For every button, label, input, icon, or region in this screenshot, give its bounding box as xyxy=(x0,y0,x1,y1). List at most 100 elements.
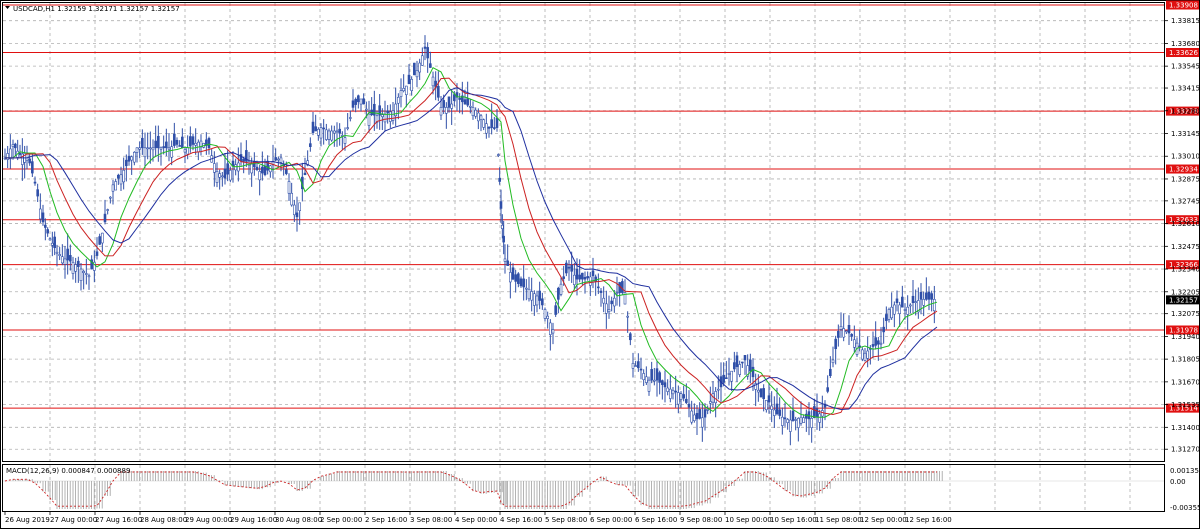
candle-body xyxy=(477,112,480,122)
candle-body xyxy=(647,379,651,392)
candle-body xyxy=(626,315,629,318)
candle-body xyxy=(119,174,123,185)
candle-body xyxy=(562,276,565,279)
price-tick-label: 1.31535 xyxy=(1171,401,1200,409)
candle-body xyxy=(87,275,91,278)
candle-body xyxy=(874,337,877,346)
candle-body xyxy=(346,127,349,129)
candle-body xyxy=(325,129,328,140)
candle-body xyxy=(535,295,539,306)
candle-body xyxy=(930,293,933,300)
candle-body xyxy=(357,95,360,103)
candle-body xyxy=(442,100,445,108)
time-tick-label: 4 Sep 16:00 xyxy=(500,516,542,524)
candle-body xyxy=(903,309,907,311)
candle-body xyxy=(514,274,517,282)
candle-body xyxy=(157,135,160,149)
time-tick-label: 29 Aug 00:00 xyxy=(185,516,232,524)
candle-body xyxy=(834,338,837,350)
candle-body xyxy=(293,204,296,216)
candle-body xyxy=(485,123,488,134)
candle-body xyxy=(311,121,315,133)
candle-body xyxy=(362,98,365,105)
candle-body xyxy=(591,270,595,277)
candle-body xyxy=(743,355,747,361)
candle-body xyxy=(725,377,728,380)
candle-body xyxy=(143,147,147,158)
candle-body xyxy=(927,291,931,300)
candle-body xyxy=(303,172,307,176)
candle-body xyxy=(111,184,115,192)
price-tick-label: 1.33680 xyxy=(1171,40,1200,48)
candle-body xyxy=(279,157,283,163)
macd-label: MACD(12,26,9) 0.000847 0.000889 xyxy=(6,467,130,475)
candle-body xyxy=(391,110,395,121)
candle-body xyxy=(498,177,501,182)
candle-body xyxy=(399,90,403,97)
price-tick-label: 1.32610 xyxy=(1171,220,1200,228)
candle-body xyxy=(895,298,899,304)
candle-body xyxy=(85,273,88,275)
candle-body xyxy=(285,169,288,174)
candle-body xyxy=(791,410,795,421)
candle-body xyxy=(194,143,197,146)
candle-body xyxy=(503,258,507,262)
candle-body xyxy=(277,158,280,161)
candle-body xyxy=(797,418,800,428)
candle-body xyxy=(445,107,448,114)
candle-body xyxy=(439,107,443,116)
candle-body xyxy=(858,345,861,348)
candle-body xyxy=(669,388,672,399)
candle-body xyxy=(351,100,355,108)
candle-body xyxy=(882,326,885,333)
candle-body xyxy=(546,315,549,319)
time-tick-label: 5 Sep 08:00 xyxy=(545,516,587,524)
candle-body xyxy=(9,148,12,160)
time-tick-label: 26 Aug 2019 xyxy=(5,516,50,524)
candle-body xyxy=(28,158,31,164)
price-tick-label: 1.32745 xyxy=(1171,197,1200,205)
candle-body xyxy=(778,409,781,416)
candle-body xyxy=(58,254,61,256)
candle-body xyxy=(365,108,368,111)
candle-body xyxy=(154,140,157,149)
candle-body xyxy=(146,147,149,150)
candle-body xyxy=(765,400,768,411)
candle-body xyxy=(317,128,320,136)
candle-body xyxy=(682,394,685,399)
chart-window[interactable]: 1.339081.336261.332781.329341.326331.323… xyxy=(0,0,1200,529)
candle-body xyxy=(183,149,187,153)
candle-body xyxy=(821,410,824,417)
candle-body xyxy=(826,387,829,392)
candle-body xyxy=(130,156,133,161)
candle-body xyxy=(637,361,640,369)
candle-body xyxy=(554,305,557,315)
candle-body xyxy=(914,301,917,303)
candle-body xyxy=(450,103,453,109)
candle-body xyxy=(426,47,429,59)
candle-body xyxy=(511,267,515,280)
candle-body xyxy=(207,138,211,149)
candle-body xyxy=(631,363,635,369)
candle-body xyxy=(575,268,579,280)
candle-body xyxy=(415,70,419,78)
candle-body xyxy=(82,270,85,273)
candle-body xyxy=(429,63,432,68)
candle-body xyxy=(679,393,683,400)
candle-body xyxy=(229,169,232,181)
candle-body xyxy=(837,331,840,338)
price-tick-label: 1.32875 xyxy=(1171,175,1200,183)
candle-body xyxy=(685,398,688,403)
candle-body xyxy=(349,117,352,119)
candle-body xyxy=(607,309,611,313)
candle-body xyxy=(314,126,317,132)
candle-body xyxy=(466,98,469,106)
price-tick-label: 1.31805 xyxy=(1171,356,1200,364)
candle-body xyxy=(290,192,293,206)
candle-body xyxy=(573,274,576,285)
candle-body xyxy=(66,248,69,261)
candle-body xyxy=(287,181,291,194)
candle-body xyxy=(530,291,533,301)
candle-body xyxy=(298,202,301,211)
candle-body xyxy=(21,153,24,165)
